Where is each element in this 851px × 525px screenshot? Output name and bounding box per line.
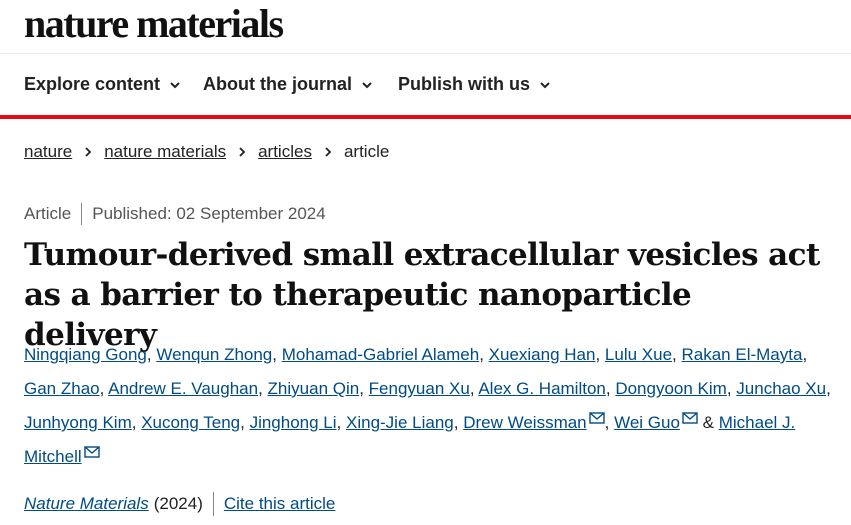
chevron-down-icon	[362, 81, 372, 88]
mail-icon[interactable]	[83, 446, 100, 458]
author-link[interactable]: Jinghong Li	[250, 413, 337, 432]
author-link[interactable]: Lulu Xue	[605, 345, 672, 364]
author-link[interactable]: Wei Guo	[614, 413, 680, 432]
author-link[interactable]: Xucong Teng	[141, 413, 240, 432]
nav-publish-with-us[interactable]: Publish with us	[398, 74, 552, 95]
citation-row: Nature Materials (2024) Cite this articl…	[24, 492, 335, 516]
nav-about-journal[interactable]: About the journal	[203, 74, 374, 95]
breadcrumb-current: article	[343, 142, 390, 161]
chevron-down-icon	[540, 81, 550, 88]
breadcrumb-nature[interactable]: nature	[24, 142, 72, 162]
chevron-down-icon	[170, 81, 180, 88]
author-link[interactable]: Andrew E. Vaughan	[108, 379, 258, 398]
mail-icon[interactable]	[682, 412, 698, 424]
nav-label: Explore content	[24, 74, 161, 94]
chevron-right-icon	[239, 147, 246, 157]
chevron-right-icon	[325, 147, 332, 157]
author-link[interactable]: Gan Zhao	[24, 379, 100, 398]
author-and: &	[702, 413, 714, 432]
article-type: Article	[24, 204, 72, 223]
article-title: Tumour-derived small extracellular vesic…	[24, 237, 820, 353]
breadcrumb-articles[interactable]: articles	[258, 142, 312, 162]
mail-icon[interactable]	[588, 412, 605, 424]
meta-divider	[81, 203, 83, 225]
journal-link[interactable]: Nature Materials	[24, 494, 149, 514]
accent-bar	[0, 115, 851, 119]
main-nav: Explore content About the journal Publis…	[0, 54, 851, 115]
author-link[interactable]: Junhyong Kim	[24, 413, 132, 432]
author-link[interactable]: Mohamad-Gabriel Alameh	[282, 345, 479, 364]
author-link[interactable]: Dongyoon Kim	[615, 379, 727, 398]
author-link[interactable]: Fengyuan Xu	[369, 379, 470, 398]
chevron-right-icon	[85, 147, 92, 157]
publication-year: (2024)	[153, 494, 203, 513]
author-list: Ningqiang Gong, Wenqun Zhong, Mohamad-Ga…	[24, 345, 831, 466]
nav-label: Publish with us	[398, 74, 531, 94]
author-link[interactable]: Junchao Xu	[736, 379, 826, 398]
author-link[interactable]: Xing-Jie Liang	[346, 413, 454, 432]
logo-bar: nature materials	[0, 0, 851, 54]
author-link[interactable]: Ningqiang Gong	[24, 345, 147, 364]
nav-explore-content[interactable]: Explore content	[24, 74, 182, 95]
site-logo[interactable]: nature materials	[24, 2, 284, 46]
author-link[interactable]: Drew Weissman	[463, 413, 586, 432]
article-meta: Article Published: 02 September 2024	[24, 203, 326, 225]
cite-divider	[212, 492, 214, 516]
author-link[interactable]: Zhiyuan Qin	[268, 379, 360, 398]
author-link[interactable]: Rakan El-Mayta	[682, 345, 803, 364]
author-link[interactable]: Xuexiang Han	[489, 345, 596, 364]
published-date: Published: 02 September 2024	[92, 204, 326, 223]
nav-label: About the journal	[203, 74, 352, 94]
cite-this-article-link[interactable]: Cite this article	[224, 494, 335, 514]
breadcrumb: nature nature materials articles article	[24, 142, 389, 162]
breadcrumb-nature-materials[interactable]: nature materials	[104, 142, 226, 162]
author-link[interactable]: Alex G. Hamilton	[478, 379, 606, 398]
author-link[interactable]: Wenqun Zhong	[156, 345, 272, 364]
site-header: nature materials Explore content About t…	[0, 0, 851, 119]
